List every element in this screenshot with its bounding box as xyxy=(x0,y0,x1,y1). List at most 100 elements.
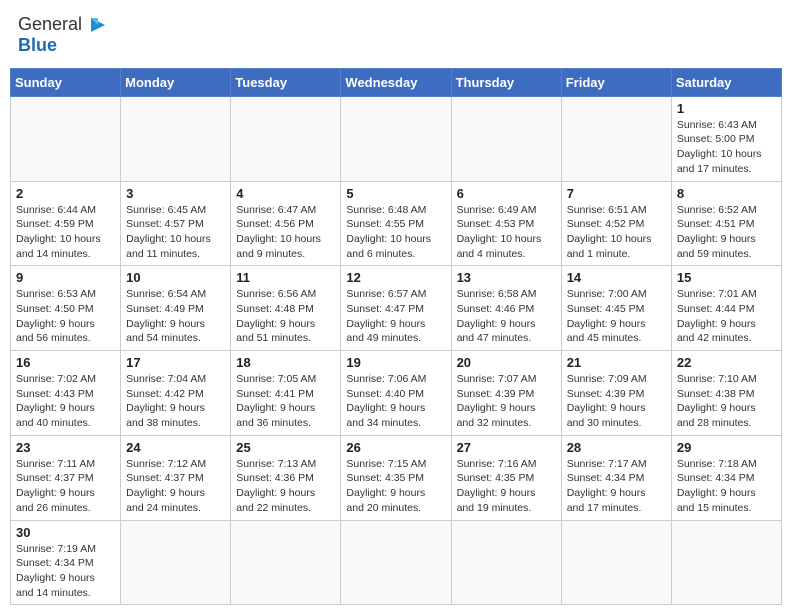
day-number: 7 xyxy=(567,186,666,201)
calendar-cell: 17Sunrise: 7:04 AM Sunset: 4:42 PM Dayli… xyxy=(121,351,231,436)
calendar-cell: 24 Sunrise: 7:12 AM Sunset: 4:37 PM Dayli… xyxy=(121,435,231,520)
day-info: Sunrise: 6:56 AM Sunset: 4:48 PM Dayligh… xyxy=(236,287,335,346)
day-number: 8 xyxy=(677,186,776,201)
calendar-cell xyxy=(341,520,451,605)
day-number: 4 xyxy=(236,186,335,201)
calendar-cell: 25 Sunrise: 7:13 AM Sunset: 4:36 PM Dayli… xyxy=(231,435,341,520)
day-info: Sunrise: 7:12 AM Sunset: 4:37 PM Dayligh… xyxy=(126,457,225,516)
calendar-cell: 13 Sunrise: 6:58 AM Sunset: 4:46 PM Dayli… xyxy=(451,266,561,351)
day-number: 27 xyxy=(457,440,556,455)
week-row-6: 30 Sunrise: 7:19 AM Sunset: 4:34 PM Dayli… xyxy=(11,520,782,605)
day-number: 11 xyxy=(236,270,335,285)
day-number: 24 xyxy=(126,440,225,455)
calendar-cell: 27 Sunrise: 7:16 AM Sunset: 4:35 PM Dayli… xyxy=(451,435,561,520)
calendar-cell: 23 Sunrise: 7:11 AM Sunset: 4:37 PM Dayli… xyxy=(11,435,121,520)
calendar-cell: 12 Sunrise: 6:57 AM Sunset: 4:47 PM Dayli… xyxy=(341,266,451,351)
calendar-cell xyxy=(11,96,121,181)
day-info: Sunrise: 7:10 AM Sunset: 4:38 PM Dayligh… xyxy=(677,372,776,431)
day-number: 26 xyxy=(346,440,445,455)
calendar-cell: 18Sunrise: 7:05 AM Sunset: 4:41 PM Dayli… xyxy=(231,351,341,436)
calendar-cell xyxy=(671,520,781,605)
calendar-cell: 10Sunrise: 6:54 AM Sunset: 4:49 PM Dayli… xyxy=(121,266,231,351)
day-info: Sunrise: 7:04 AM Sunset: 4:42 PM Dayligh… xyxy=(126,372,225,431)
weekday-header-friday: Friday xyxy=(561,68,671,96)
day-number: 12 xyxy=(346,270,445,285)
calendar-cell xyxy=(561,520,671,605)
calendar-cell: 5 Sunrise: 6:48 AM Sunset: 4:55 PM Daylig… xyxy=(341,181,451,266)
page-header: General Blue xyxy=(10,10,782,60)
day-info: Sunrise: 7:15 AM Sunset: 4:35 PM Dayligh… xyxy=(346,457,445,516)
calendar-cell xyxy=(451,96,561,181)
day-number: 5 xyxy=(346,186,445,201)
logo: General Blue xyxy=(18,14,107,56)
calendar-cell: 14Sunrise: 7:00 AM Sunset: 4:45 PM Dayli… xyxy=(561,266,671,351)
calendar-cell: 22 Sunrise: 7:10 AM Sunset: 4:38 PM Dayli… xyxy=(671,351,781,436)
day-info: Sunrise: 7:07 AM Sunset: 4:39 PM Dayligh… xyxy=(457,372,556,431)
calendar-cell xyxy=(121,520,231,605)
day-info: Sunrise: 6:49 AM Sunset: 4:53 PM Dayligh… xyxy=(457,203,556,262)
calendar-cell xyxy=(561,96,671,181)
calendar-cell: 11 Sunrise: 6:56 AM Sunset: 4:48 PM Dayli… xyxy=(231,266,341,351)
weekday-header-monday: Monday xyxy=(121,68,231,96)
calendar-cell: 30 Sunrise: 7:19 AM Sunset: 4:34 PM Dayli… xyxy=(11,520,121,605)
day-info: Sunrise: 7:01 AM Sunset: 4:44 PM Dayligh… xyxy=(677,287,776,346)
calendar-cell: 2 Sunrise: 6:44 AM Sunset: 4:59 PM Daylig… xyxy=(11,181,121,266)
calendar-cell xyxy=(451,520,561,605)
week-row-3: 9Sunrise: 6:53 AM Sunset: 4:50 PM Daylig… xyxy=(11,266,782,351)
day-info: Sunrise: 6:47 AM Sunset: 4:56 PM Dayligh… xyxy=(236,203,335,262)
day-number: 20 xyxy=(457,355,556,370)
calendar-cell: 3Sunrise: 6:45 AM Sunset: 4:57 PM Daylig… xyxy=(121,181,231,266)
day-number: 21 xyxy=(567,355,666,370)
calendar-table: SundayMondayTuesdayWednesdayThursdayFrid… xyxy=(10,68,782,606)
day-info: Sunrise: 7:02 AM Sunset: 4:43 PM Dayligh… xyxy=(16,372,115,431)
calendar-cell: 8 Sunrise: 6:52 AM Sunset: 4:51 PM Daylig… xyxy=(671,181,781,266)
day-info: Sunrise: 7:00 AM Sunset: 4:45 PM Dayligh… xyxy=(567,287,666,346)
day-number: 19 xyxy=(346,355,445,370)
day-number: 23 xyxy=(16,440,115,455)
day-info: Sunrise: 6:48 AM Sunset: 4:55 PM Dayligh… xyxy=(346,203,445,262)
week-row-1: 1 Sunrise: 6:43 AM Sunset: 5:00 PM Daylig… xyxy=(11,96,782,181)
day-info: Sunrise: 6:44 AM Sunset: 4:59 PM Dayligh… xyxy=(16,203,115,262)
day-info: Sunrise: 7:19 AM Sunset: 4:34 PM Dayligh… xyxy=(16,542,115,601)
weekday-header-thursday: Thursday xyxy=(451,68,561,96)
day-info: Sunrise: 7:17 AM Sunset: 4:34 PM Dayligh… xyxy=(567,457,666,516)
calendar-cell: 19Sunrise: 7:06 AM Sunset: 4:40 PM Dayli… xyxy=(341,351,451,436)
calendar-cell xyxy=(341,96,451,181)
day-info: Sunrise: 6:57 AM Sunset: 4:47 PM Dayligh… xyxy=(346,287,445,346)
day-info: Sunrise: 7:18 AM Sunset: 4:34 PM Dayligh… xyxy=(677,457,776,516)
day-number: 13 xyxy=(457,270,556,285)
calendar-cell xyxy=(231,520,341,605)
weekday-header-row: SundayMondayTuesdayWednesdayThursdayFrid… xyxy=(11,68,782,96)
weekday-header-sunday: Sunday xyxy=(11,68,121,96)
day-info: Sunrise: 7:13 AM Sunset: 4:36 PM Dayligh… xyxy=(236,457,335,516)
week-row-4: 16Sunrise: 7:02 AM Sunset: 4:43 PM Dayli… xyxy=(11,351,782,436)
day-info: Sunrise: 6:43 AM Sunset: 5:00 PM Dayligh… xyxy=(677,118,776,177)
day-number: 22 xyxy=(677,355,776,370)
calendar-cell: 4 Sunrise: 6:47 AM Sunset: 4:56 PM Daylig… xyxy=(231,181,341,266)
calendar-cell: 7 Sunrise: 6:51 AM Sunset: 4:52 PM Daylig… xyxy=(561,181,671,266)
weekday-header-saturday: Saturday xyxy=(671,68,781,96)
calendar-cell: 29 Sunrise: 7:18 AM Sunset: 4:34 PM Dayli… xyxy=(671,435,781,520)
calendar-cell: 16Sunrise: 7:02 AM Sunset: 4:43 PM Dayli… xyxy=(11,351,121,436)
calendar-cell: 21Sunrise: 7:09 AM Sunset: 4:39 PM Dayli… xyxy=(561,351,671,436)
calendar-cell xyxy=(121,96,231,181)
day-info: Sunrise: 6:51 AM Sunset: 4:52 PM Dayligh… xyxy=(567,203,666,262)
day-number: 30 xyxy=(16,525,115,540)
calendar-cell: 15Sunrise: 7:01 AM Sunset: 4:44 PM Dayli… xyxy=(671,266,781,351)
day-info: Sunrise: 6:52 AM Sunset: 4:51 PM Dayligh… xyxy=(677,203,776,262)
week-row-2: 2 Sunrise: 6:44 AM Sunset: 4:59 PM Daylig… xyxy=(11,181,782,266)
logo-mark: General Blue xyxy=(18,14,107,56)
calendar-cell: 9Sunrise: 6:53 AM Sunset: 4:50 PM Daylig… xyxy=(11,266,121,351)
calendar-cell: 28Sunrise: 7:17 AM Sunset: 4:34 PM Dayli… xyxy=(561,435,671,520)
day-info: Sunrise: 7:16 AM Sunset: 4:35 PM Dayligh… xyxy=(457,457,556,516)
calendar-cell: 26 Sunrise: 7:15 AM Sunset: 4:35 PM Dayli… xyxy=(341,435,451,520)
blue-triangle-icon xyxy=(85,14,107,36)
day-number: 1 xyxy=(677,101,776,116)
day-number: 29 xyxy=(677,440,776,455)
day-number: 25 xyxy=(236,440,335,455)
day-number: 10 xyxy=(126,270,225,285)
day-number: 2 xyxy=(16,186,115,201)
day-info: Sunrise: 7:11 AM Sunset: 4:37 PM Dayligh… xyxy=(16,457,115,516)
calendar-cell: 6Sunrise: 6:49 AM Sunset: 4:53 PM Daylig… xyxy=(451,181,561,266)
day-info: Sunrise: 6:58 AM Sunset: 4:46 PM Dayligh… xyxy=(457,287,556,346)
